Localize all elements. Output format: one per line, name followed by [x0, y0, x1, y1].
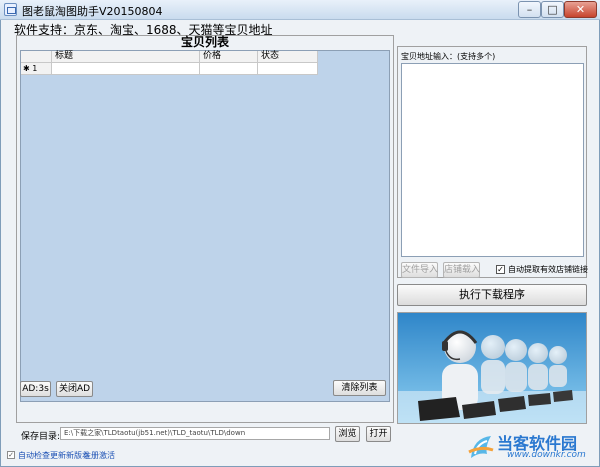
register-link[interactable]: 注册激活: [83, 450, 115, 461]
save-dir-label: 保存目录:: [21, 432, 61, 442]
shop-load-button[interactable]: 店铺载入: [443, 262, 480, 278]
watermark: 当客软件园 www.downkr.com: [467, 430, 599, 466]
ad-banner-image[interactable]: [397, 312, 587, 424]
app-icon: [4, 3, 17, 16]
url-input-label: 宝贝地址输入：(支持多个): [401, 52, 496, 61]
column-header-status[interactable]: 状态: [258, 51, 318, 63]
maximize-button[interactable]: □: [541, 1, 564, 18]
cell-price[interactable]: [200, 63, 258, 75]
auto-update-label[interactable]: 自动检查更新新版本: [18, 450, 90, 461]
auto-update-checkbox[interactable]: ✓: [7, 451, 15, 459]
downkr-logo-icon: [468, 436, 494, 458]
minimize-button[interactable]: –: [518, 1, 541, 18]
browse-button[interactable]: 浏览: [335, 426, 360, 442]
row-number: 1: [32, 64, 38, 73]
file-import-button[interactable]: 文件导入: [401, 262, 438, 278]
close-ad-button[interactable]: 关闭AD: [56, 381, 93, 397]
run-download-button[interactable]: 执行下载程序: [397, 284, 587, 306]
url-input-panel: 宝贝地址输入：(支持多个) 文件导入 店铺载入 ✓ 自动提取有效店铺链接: [397, 46, 588, 278]
grid-corner-header: [21, 51, 52, 63]
window-title: 图老鼠淘图助手V20150804: [22, 5, 163, 18]
row-header: ✱ 1: [21, 63, 52, 75]
close-button[interactable]: ✕: [564, 1, 597, 18]
open-button[interactable]: 打开: [366, 426, 391, 442]
url-input-textarea[interactable]: [401, 63, 584, 257]
product-list-title: 宝贝列表: [180, 35, 229, 49]
new-row-marker-icon: ✱: [23, 64, 30, 73]
column-header-title[interactable]: 标题: [52, 51, 200, 63]
save-dir-input[interactable]: E:\下载之家\TLDtaotu(jb51.net)\TLD_taotu\TLD…: [60, 427, 330, 440]
watermark-url: www.downkr.com: [507, 450, 586, 460]
product-grid[interactable]: 标题 价格 状态 ✱ 1: [20, 50, 390, 402]
cell-title[interactable]: [52, 63, 200, 75]
column-header-price[interactable]: 价格: [200, 51, 258, 63]
auto-extract-checkbox[interactable]: ✓: [496, 265, 505, 274]
clear-list-button[interactable]: 清除列表: [333, 380, 386, 396]
product-list-group: 宝贝列表 标题 价格 状态 ✱ 1 AD:3s 关闭AD 清除列表: [16, 35, 394, 423]
call-center-illustration: [398, 313, 586, 423]
auto-extract-label: 自动提取有效店铺链接: [508, 265, 588, 274]
ad-timer-button[interactable]: AD:3s: [20, 381, 51, 397]
cell-status[interactable]: [258, 63, 318, 75]
